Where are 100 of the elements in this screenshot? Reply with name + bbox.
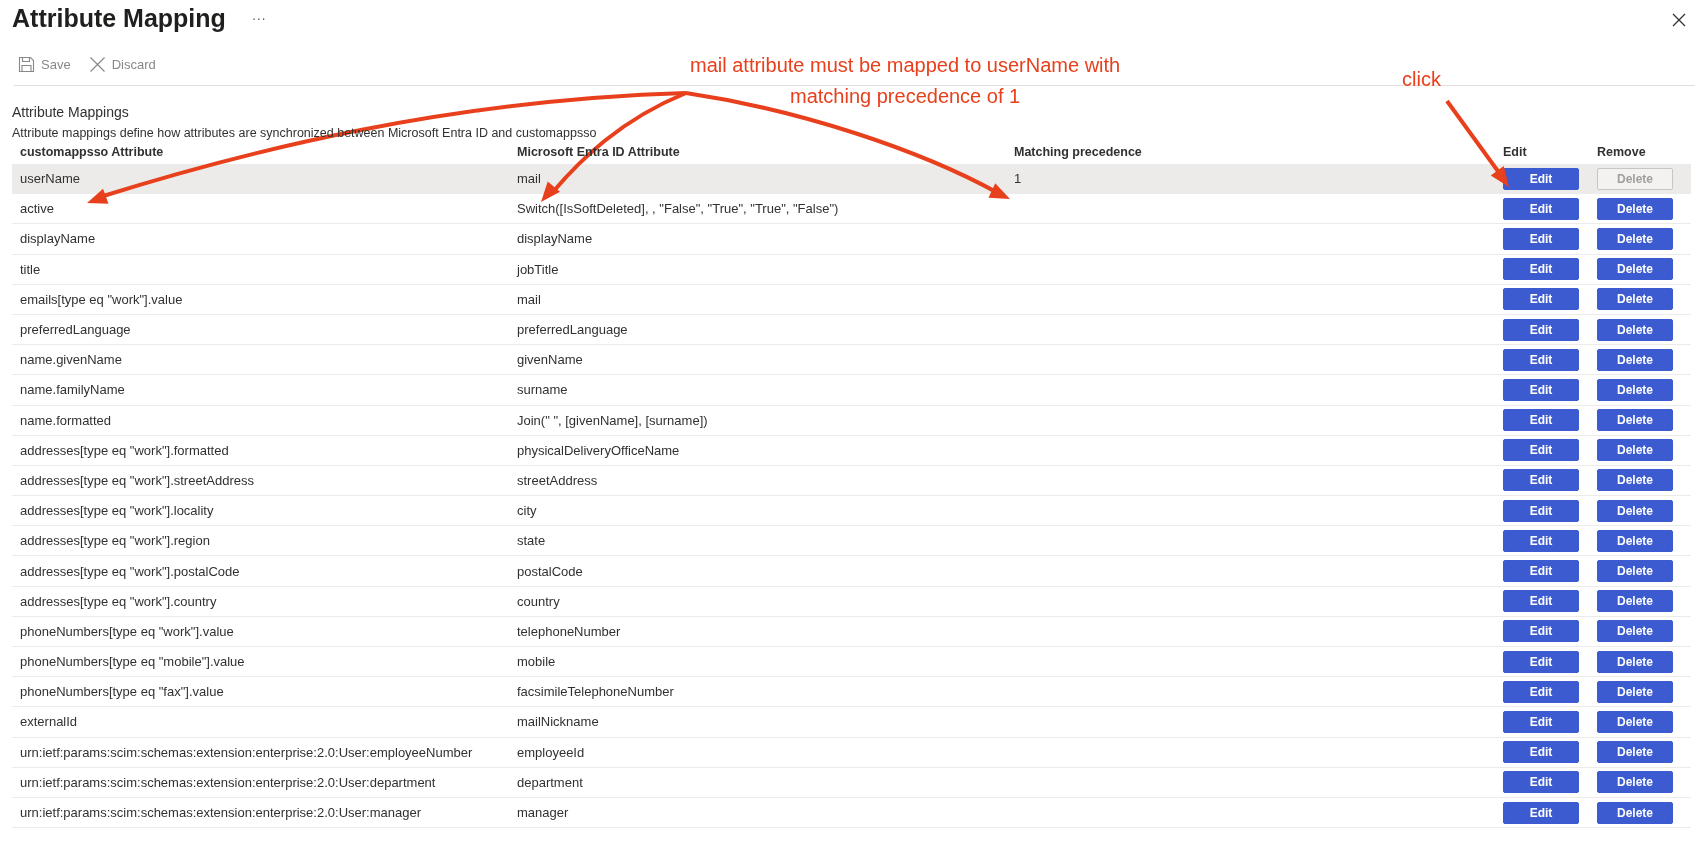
section-title: Attribute Mappings [12, 104, 130, 120]
edit-button[interactable]: Edit [1503, 197, 1579, 220]
table-cell-text: name.givenName [20, 352, 123, 368]
annotation-text: mail attribute must be mapped to userName with matching precedence of 1 [690, 53, 1121, 109]
table-row[interactable]: name.familyName surname Edit Delete [12, 375, 1691, 406]
delete-button[interactable]: Delete [1597, 227, 1673, 250]
delete-button[interactable]: Delete [1597, 650, 1673, 673]
table-row[interactable]: externalId mailNickname Edit Delete [12, 707, 1691, 738]
delete-button[interactable]: Delete [1597, 680, 1673, 703]
table-row[interactable]: active Switch([IsSoftDeleted], , "False", "True", "True", "False") Edit Delete [12, 194, 1691, 225]
table-row[interactable]: phoneNumbers[type eq "mobile"].value mobile Edit Delete [12, 647, 1691, 678]
delete-button[interactable]: Delete [1597, 378, 1673, 401]
table-row[interactable]: urn:ietf:params:scim:schemas:extension:enterprise:2.0:User:employeeNumber employeeId Edit Delete [12, 737, 1691, 768]
table-cell-text: addresses[type eq "work"].country [20, 593, 218, 609]
delete-button[interactable]: Delete [1597, 801, 1673, 824]
table-cell-text: phoneNumbers[type eq "fax"].value [20, 684, 225, 700]
edit-button[interactable]: Edit [1503, 590, 1579, 613]
table-cell-text: country [517, 593, 561, 609]
table-cell-text: addresses[type eq "work"].locality [20, 503, 215, 519]
table-cell-text: addresses[type eq "work"].formatted [20, 442, 230, 458]
table-cell-text: urn:ietf:params:scim:schemas:extension:enterprise:2.0:User:employeeNumber [20, 744, 474, 760]
edit-button[interactable]: Edit [1503, 167, 1579, 190]
edit-button[interactable]: Edit [1503, 620, 1579, 643]
table-cell-text: userName [20, 171, 81, 187]
column-header: Remove [1597, 145, 1646, 159]
delete-button[interactable]: Delete [1597, 318, 1673, 341]
edit-button[interactable]: Edit [1503, 741, 1579, 764]
edit-button[interactable]: Edit [1503, 378, 1579, 401]
delete-button[interactable]: Delete [1597, 439, 1673, 462]
edit-button[interactable]: Edit [1503, 710, 1579, 733]
delete-button[interactable]: Delete [1597, 710, 1673, 733]
table-row[interactable]: addresses[type eq "work"].region state Edit Delete [12, 526, 1691, 557]
delete-button[interactable]: Delete [1597, 499, 1673, 522]
table-cell-text: state [517, 533, 547, 549]
table-row[interactable]: addresses[type eq "work"].locality city Edit Delete [12, 496, 1691, 527]
delete-button[interactable]: Delete [1597, 560, 1673, 583]
delete-button[interactable]: Delete [1597, 741, 1673, 764]
table-cell-text: jobTitle [517, 261, 560, 277]
table-cell-text: name.familyName [20, 382, 126, 398]
delete-button[interactable]: Delete [1597, 771, 1673, 794]
edit-button[interactable]: Edit [1503, 529, 1579, 552]
table-row[interactable]: name.formatted Join(" ", [givenName], [surname]) Edit Delete [12, 405, 1691, 436]
delete-button[interactable]: Delete [1597, 469, 1673, 492]
delete-button[interactable]: Delete [1597, 348, 1673, 371]
table-row[interactable]: addresses[type eq "work"].formatted physicalDeliveryOfficeName Edit Delete [12, 435, 1691, 466]
edit-button[interactable]: Edit [1503, 348, 1579, 371]
edit-button[interactable]: Edit [1503, 409, 1579, 432]
delete-button[interactable]: Delete [1597, 590, 1673, 613]
delete-button[interactable]: Delete [1597, 197, 1673, 220]
table-cell-text: mail [517, 171, 542, 187]
delete-button[interactable]: Delete [1597, 529, 1673, 552]
table-row[interactable]: addresses[type eq "work"].streetAddress streetAddress Edit Delete [12, 465, 1691, 497]
edit-button[interactable]: Edit [1503, 318, 1579, 341]
delete-button[interactable]: Delete [1597, 288, 1673, 311]
table-row[interactable]: userName mail 1 Edit Delete [12, 164, 1691, 195]
table-cell-text: urn:ietf:params:scim:schemas:extension:enterprise:2.0:User:department [20, 774, 437, 790]
table-row[interactable]: name.givenName givenName Edit Delete [12, 345, 1691, 376]
table-row[interactable]: phoneNumbers[type eq "fax"].value facsimileTelephoneNumber Edit Delete [12, 677, 1691, 708]
edit-button[interactable]: Edit [1503, 650, 1579, 673]
table-row[interactable]: title jobTitle Edit Delete [12, 254, 1691, 285]
edit-button[interactable]: Edit [1503, 439, 1579, 462]
table-cell-text: active [20, 201, 55, 217]
edit-button[interactable]: Edit [1503, 288, 1579, 311]
edit-button[interactable]: Edit [1503, 771, 1579, 794]
table-cell-text: preferredLanguage [20, 322, 132, 338]
table-cell-text: mailNickname [517, 714, 600, 730]
annotation-text: click [1402, 67, 1441, 92]
table-row[interactable]: displayName displayName Edit Delete [12, 224, 1691, 255]
table-cell: 1 [1014, 171, 1022, 187]
close-icon[interactable] [1671, 12, 1687, 28]
delete-button[interactable]: Delete [1597, 409, 1673, 432]
table-cell-text: addresses[type eq "work"].streetAddress [20, 472, 255, 488]
table-row[interactable]: addresses[type eq "work"].country country Edit Delete [12, 586, 1691, 617]
edit-button[interactable]: Edit [1503, 499, 1579, 522]
table-row[interactable]: urn:ietf:params:scim:schemas:extension:enterprise:2.0:User:department department Edit Delete [12, 767, 1691, 798]
table-row[interactable]: addresses[type eq "work"].postalCode postalCode Edit Delete [12, 556, 1691, 587]
table-cell-text: department [517, 774, 584, 790]
table-cell-text: urn:ietf:params:scim:schemas:extension:enterprise:2.0:User:manager [20, 805, 422, 821]
more-button[interactable]: ··· [247, 10, 270, 26]
table-row[interactable]: urn:ietf:params:scim:schemas:extension:enterprise:2.0:User:manager manager Edit Delete [12, 797, 1691, 829]
edit-button[interactable]: Edit [1503, 258, 1579, 281]
table-row[interactable]: emails[type eq "work"].value mail Edit Delete [12, 284, 1691, 315]
table-cell-text: Join(" ", [givenName], [surname]) [517, 412, 709, 428]
edit-button[interactable]: Edit [1503, 227, 1579, 250]
edit-button[interactable]: Edit [1503, 560, 1579, 583]
table-cell-text: addresses[type eq "work"].region [20, 533, 211, 549]
table-row[interactable]: phoneNumbers[type eq "work"].value telephoneNumber Edit Delete [12, 616, 1691, 647]
table-cell-text: postalCode [517, 563, 584, 579]
edit-button[interactable]: Edit [1503, 680, 1579, 703]
table-cell-text: givenName [517, 352, 584, 368]
table-cell-text: telephoneNumber [517, 623, 622, 639]
delete-button[interactable]: Delete [1597, 258, 1673, 281]
table-cell-text: employeeId [517, 744, 586, 760]
delete-button[interactable]: Delete [1597, 620, 1673, 643]
edit-button[interactable]: Edit [1503, 469, 1579, 492]
table-row[interactable]: preferredLanguage preferredLanguage Edit Delete [12, 314, 1691, 346]
table-cell-text: streetAddress [517, 472, 599, 488]
table-cell-text: physicalDeliveryOfficeName [517, 442, 681, 458]
edit-button[interactable]: Edit [1503, 801, 1579, 824]
column-header: customappsso Attribute [20, 145, 164, 159]
